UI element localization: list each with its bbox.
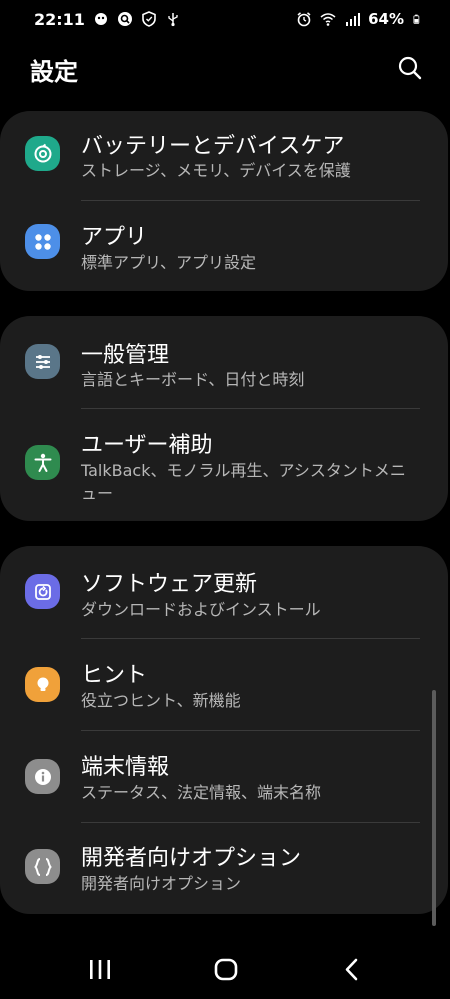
- accessibility-icon: [25, 445, 60, 480]
- item-label: アプリ: [81, 225, 148, 250]
- signal-icon: [346, 13, 361, 26]
- settings-group-3: ソフトウェア更新 ダウンロードおよびインストール ヒント 役立つヒント、新機能 …: [0, 546, 448, 914]
- device-care-icon: [25, 136, 60, 171]
- settings-item-about-phone[interactable]: 端末情報 ステータス、法定情報、端末名称: [0, 731, 448, 823]
- battery-percent: 64%: [368, 10, 404, 28]
- home-icon[interactable]: [206, 952, 246, 988]
- developer-options-icon: [25, 849, 60, 884]
- search-icon[interactable]: [394, 52, 426, 84]
- recent-apps-icon[interactable]: [80, 952, 120, 988]
- wifi-icon: [320, 13, 336, 26]
- item-subtitle: ステータス、法定情報、端末名称: [81, 783, 322, 802]
- item-subtitle: ダウンロードおよびインストール: [81, 600, 321, 619]
- search-app-icon: [117, 12, 132, 26]
- item-label: バッテリーとデバイスケア: [81, 134, 345, 159]
- shield-icon: [142, 11, 156, 27]
- settings-item-tips[interactable]: ヒント 役立つヒント、新機能: [0, 639, 448, 731]
- item-label: 開発者向けオプション: [81, 846, 302, 871]
- settings-group-2: 一般管理 言語とキーボード、日付と時刻 ユーザー補助 TalkBack、モノラル…: [0, 316, 448, 521]
- item-subtitle: 役立つヒント、新機能: [81, 691, 241, 710]
- item-label: 端末情報: [81, 755, 170, 780]
- software-update-icon: [25, 574, 60, 609]
- status-right: 64%: [296, 10, 422, 28]
- navigation-bar: [0, 940, 450, 999]
- tips-icon: [25, 667, 60, 702]
- item-subtitle: TalkBack、モノラル再生、アシスタントメニュー: [81, 461, 406, 503]
- apps-icon: [25, 224, 60, 259]
- notification-icon: [94, 13, 107, 25]
- alarm-icon: [297, 12, 311, 27]
- settings-group-1: バッテリーとデバイスケア ストレージ、メモリ、デバイスを保護 アプリ 標準アプリ…: [0, 111, 448, 291]
- item-subtitle: 標準アプリ、アプリ設定: [81, 253, 257, 272]
- settings-item-device-care[interactable]: バッテリーとデバイスケア ストレージ、メモリ、デバイスを保護: [0, 111, 448, 203]
- settings-item-developer-options[interactable]: 開発者向けオプション 開発者向けオプション: [0, 823, 448, 915]
- item-label: ヒント: [81, 663, 148, 688]
- settings-item-accessibility[interactable]: ユーザー補助 TalkBack、モノラル再生、アシスタントメニュー: [0, 409, 448, 521]
- item-label: 一般管理: [81, 343, 170, 368]
- info-icon: [25, 759, 60, 794]
- battery-icon: [413, 14, 420, 24]
- page-title: 設定: [30, 58, 78, 86]
- settings-item-apps[interactable]: アプリ 標準アプリ、アプリ設定: [0, 201, 448, 293]
- usb-icon: [168, 13, 178, 27]
- status-bar: 22:11 64%: [0, 0, 450, 38]
- item-label: ソフトウェア更新: [81, 572, 258, 597]
- item-label: ユーザー補助: [81, 433, 213, 458]
- scrollbar[interactable]: [432, 690, 436, 926]
- general-management-icon: [25, 344, 60, 379]
- settings-item-software-update[interactable]: ソフトウェア更新 ダウンロードおよびインストール: [0, 546, 448, 638]
- settings-item-general-management[interactable]: 一般管理 言語とキーボード、日付と時刻: [0, 316, 448, 408]
- status-time: 22:11: [34, 9, 85, 29]
- item-subtitle: 開発者向けオプション: [81, 874, 242, 893]
- status-left: 22:11: [34, 10, 181, 29]
- item-subtitle: 言語とキーボード、日付と時刻: [81, 370, 305, 389]
- back-icon[interactable]: [332, 952, 372, 988]
- item-subtitle: ストレージ、メモリ、デバイスを保護: [81, 161, 351, 180]
